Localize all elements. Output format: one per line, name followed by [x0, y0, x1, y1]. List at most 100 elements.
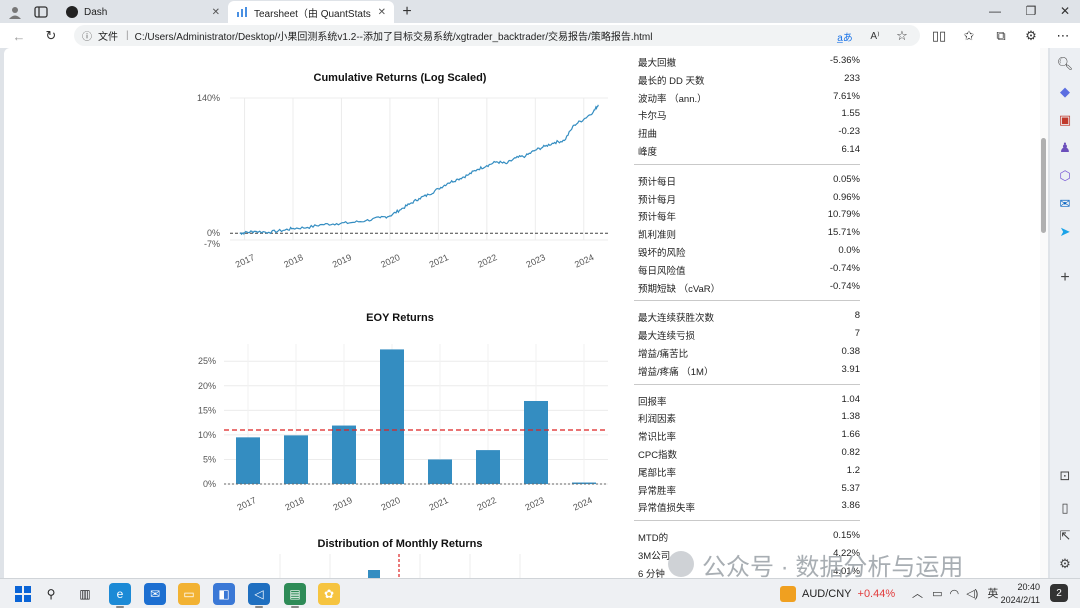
metric-value: 0.0% [838, 245, 860, 256]
tools-icon[interactable]: ▣ [1055, 110, 1075, 130]
metric-value: 1.66 [841, 429, 861, 441]
page-scrollbar[interactable] [1040, 48, 1048, 578]
metric-value: -0.74% [829, 262, 860, 274]
x-tick-label: 2023 [525, 252, 547, 270]
metric-label: 6 分钟 [638, 568, 665, 578]
metric-row: 尾部比率 1.2 [634, 462, 860, 480]
metric-row: 增益/痛苦比 0.38 [634, 343, 860, 361]
eoy-bar [284, 435, 308, 484]
clock[interactable]: 20:40 2024/2/11 [994, 581, 1040, 607]
read-aloud-icon[interactable]: A⁾ [866, 27, 884, 45]
settings-gear-icon[interactable]: ⚙ [1055, 554, 1075, 574]
metric-label: 波动率 （ann.） [638, 93, 707, 105]
task-view-icon[interactable]: ▥ [74, 583, 96, 605]
metric-value: 10.79% [827, 209, 860, 221]
stock-ticker-widget[interactable]: AUD/CNY +0.44% [780, 586, 895, 602]
metric-label: 最大连续亏损 [638, 331, 696, 343]
chevron-up-icon[interactable]: ︿ [912, 588, 923, 600]
favorite-star-icon[interactable]: ☆ [893, 27, 911, 45]
reload-icon[interactable]: ↻ [42, 27, 60, 45]
metric-value: 7.61% [833, 90, 860, 102]
distribution-bar [368, 570, 380, 578]
metric-row: 预计每年 10.79% [634, 206, 860, 224]
chart-favicon-icon [236, 6, 248, 18]
y-tick-label: -7% [204, 239, 220, 249]
collections-icon[interactable]: ⧉ [992, 27, 1010, 45]
x-tick-label: 2020 [379, 252, 401, 270]
eoy-bar [236, 437, 260, 484]
metric-label: 最大连续获胜次数 [638, 313, 715, 325]
favorites-icon[interactable]: ✩ [960, 27, 978, 45]
metric-row: 每日风险值 -0.74% [634, 260, 860, 278]
metric-label: CPC指数 [638, 450, 678, 461]
minimize-icon[interactable]: — [980, 2, 1010, 20]
metric-value: 6.14 [841, 144, 861, 155]
back-arrow-icon[interactable]: ← [10, 27, 28, 45]
metric-value: 1.55 [841, 108, 861, 120]
x-tick-label: 2020 [379, 495, 401, 513]
eoy-bar [380, 349, 404, 484]
metric-row: 最大连续亏损 7 [634, 325, 860, 343]
metric-row: 最大回撤 -5.36% [634, 52, 860, 70]
search-icon[interactable]: ⚲ [40, 583, 62, 605]
metric-row: 预计每月 0.96% [634, 189, 860, 207]
address-bar: ← ↻ ⓘ 文件 | C:/Users/Administrator/Deskto… [0, 23, 1080, 48]
metric-row: 最大连续获胜次数 8 [634, 307, 860, 325]
copilot-icon[interactable]: ⬡ [1055, 166, 1075, 186]
screenshot-icon[interactable]: ⊡ [1055, 466, 1075, 486]
drop-icon[interactable]: ➤ [1055, 222, 1075, 242]
notification-badge[interactable]: 2 [1050, 584, 1068, 602]
metric-label: 常识比率 [638, 432, 677, 444]
more-menu-icon[interactable]: ⋯ [1054, 27, 1072, 45]
close-tab-icon[interactable]: ✕ [378, 7, 386, 18]
page-content: Cumulative Returns (Log Scaled) 2017 2018… [4, 48, 1048, 578]
url-input[interactable]: ⓘ 文件 | C:/Users/Administrator/Desktop/小果… [74, 25, 920, 46]
games-icon[interactable]: ♟ [1055, 138, 1075, 158]
vscode-icon[interactable]: ◁ [248, 583, 270, 608]
metric-label: 回报率 [638, 396, 667, 408]
mail-icon[interactable]: ✉ [144, 583, 166, 605]
file-explorer-icon[interactable]: ▭ [178, 583, 200, 605]
store-icon[interactable]: ◧ [213, 583, 235, 605]
tab-dash[interactable]: Dash ✕ [58, 1, 228, 23]
metric-group-divider [634, 383, 860, 385]
profile-avatar-icon[interactable] [6, 3, 24, 21]
close-tab-icon[interactable]: ✕ [212, 7, 220, 18]
terminal-app-icon[interactable]: ▤ [284, 583, 306, 608]
windows-start-icon[interactable] [12, 583, 34, 605]
battery-icon[interactable]: ▭ [932, 588, 942, 600]
dash-favicon-icon [66, 6, 78, 18]
metric-value: 0.15% [833, 530, 860, 542]
outlook-icon[interactable]: ✉ [1055, 194, 1075, 214]
metric-value: -0.74% [829, 280, 860, 292]
maximize-icon[interactable]: ❐ [1016, 2, 1046, 20]
tab-tearsheet[interactable]: Tearsheet（由 QuantStats 生成） ✕ [228, 1, 394, 23]
metric-label: 异常值损失率 [638, 503, 696, 515]
extension-icon[interactable]: ⚙ [1022, 27, 1040, 45]
translate-icon[interactable]: a̲あ [836, 27, 854, 45]
open-external-icon[interactable]: ⇱ [1055, 526, 1075, 546]
metric-value: 1.38 [841, 411, 861, 423]
distribution-chart-title: Distribution of Monthly Returns [317, 538, 483, 550]
new-tab-button[interactable]: + [398, 3, 416, 21]
metric-row: 常识比率 1.66 [634, 426, 860, 444]
split-screen-icon[interactable]: ▯▯ [930, 27, 948, 45]
metric-value: 5.37 [841, 482, 861, 494]
shopping-tag-icon[interactable]: ◆ [1055, 82, 1075, 102]
edge-browser-icon[interactable]: e [109, 583, 131, 608]
metric-value: 3.86 [841, 500, 861, 512]
metric-label: 3M公司 [638, 551, 671, 562]
close-window-icon[interactable]: ✕ [1050, 2, 1080, 20]
python-app-icon[interactable]: ✿ [318, 583, 340, 605]
volume-icon[interactable]: ◁) [966, 588, 978, 600]
scrollbar-thumb[interactable] [1041, 138, 1046, 233]
metric-row: 卡尔马 1.55 [634, 105, 860, 123]
metric-label: 预计每年 [638, 212, 677, 224]
search-icon[interactable]: 🔍︎ [1055, 54, 1075, 74]
wifi-icon[interactable]: ◠ [950, 588, 960, 600]
metric-row: 波动率 （ann.） 7.61% [634, 88, 860, 106]
add-sidebar-app-icon[interactable]: + [1055, 268, 1075, 288]
workspaces-icon[interactable] [32, 3, 50, 21]
sidebar-toggle-icon[interactable]: ▯ [1055, 498, 1075, 518]
x-tick-label: 2017 [235, 495, 257, 513]
